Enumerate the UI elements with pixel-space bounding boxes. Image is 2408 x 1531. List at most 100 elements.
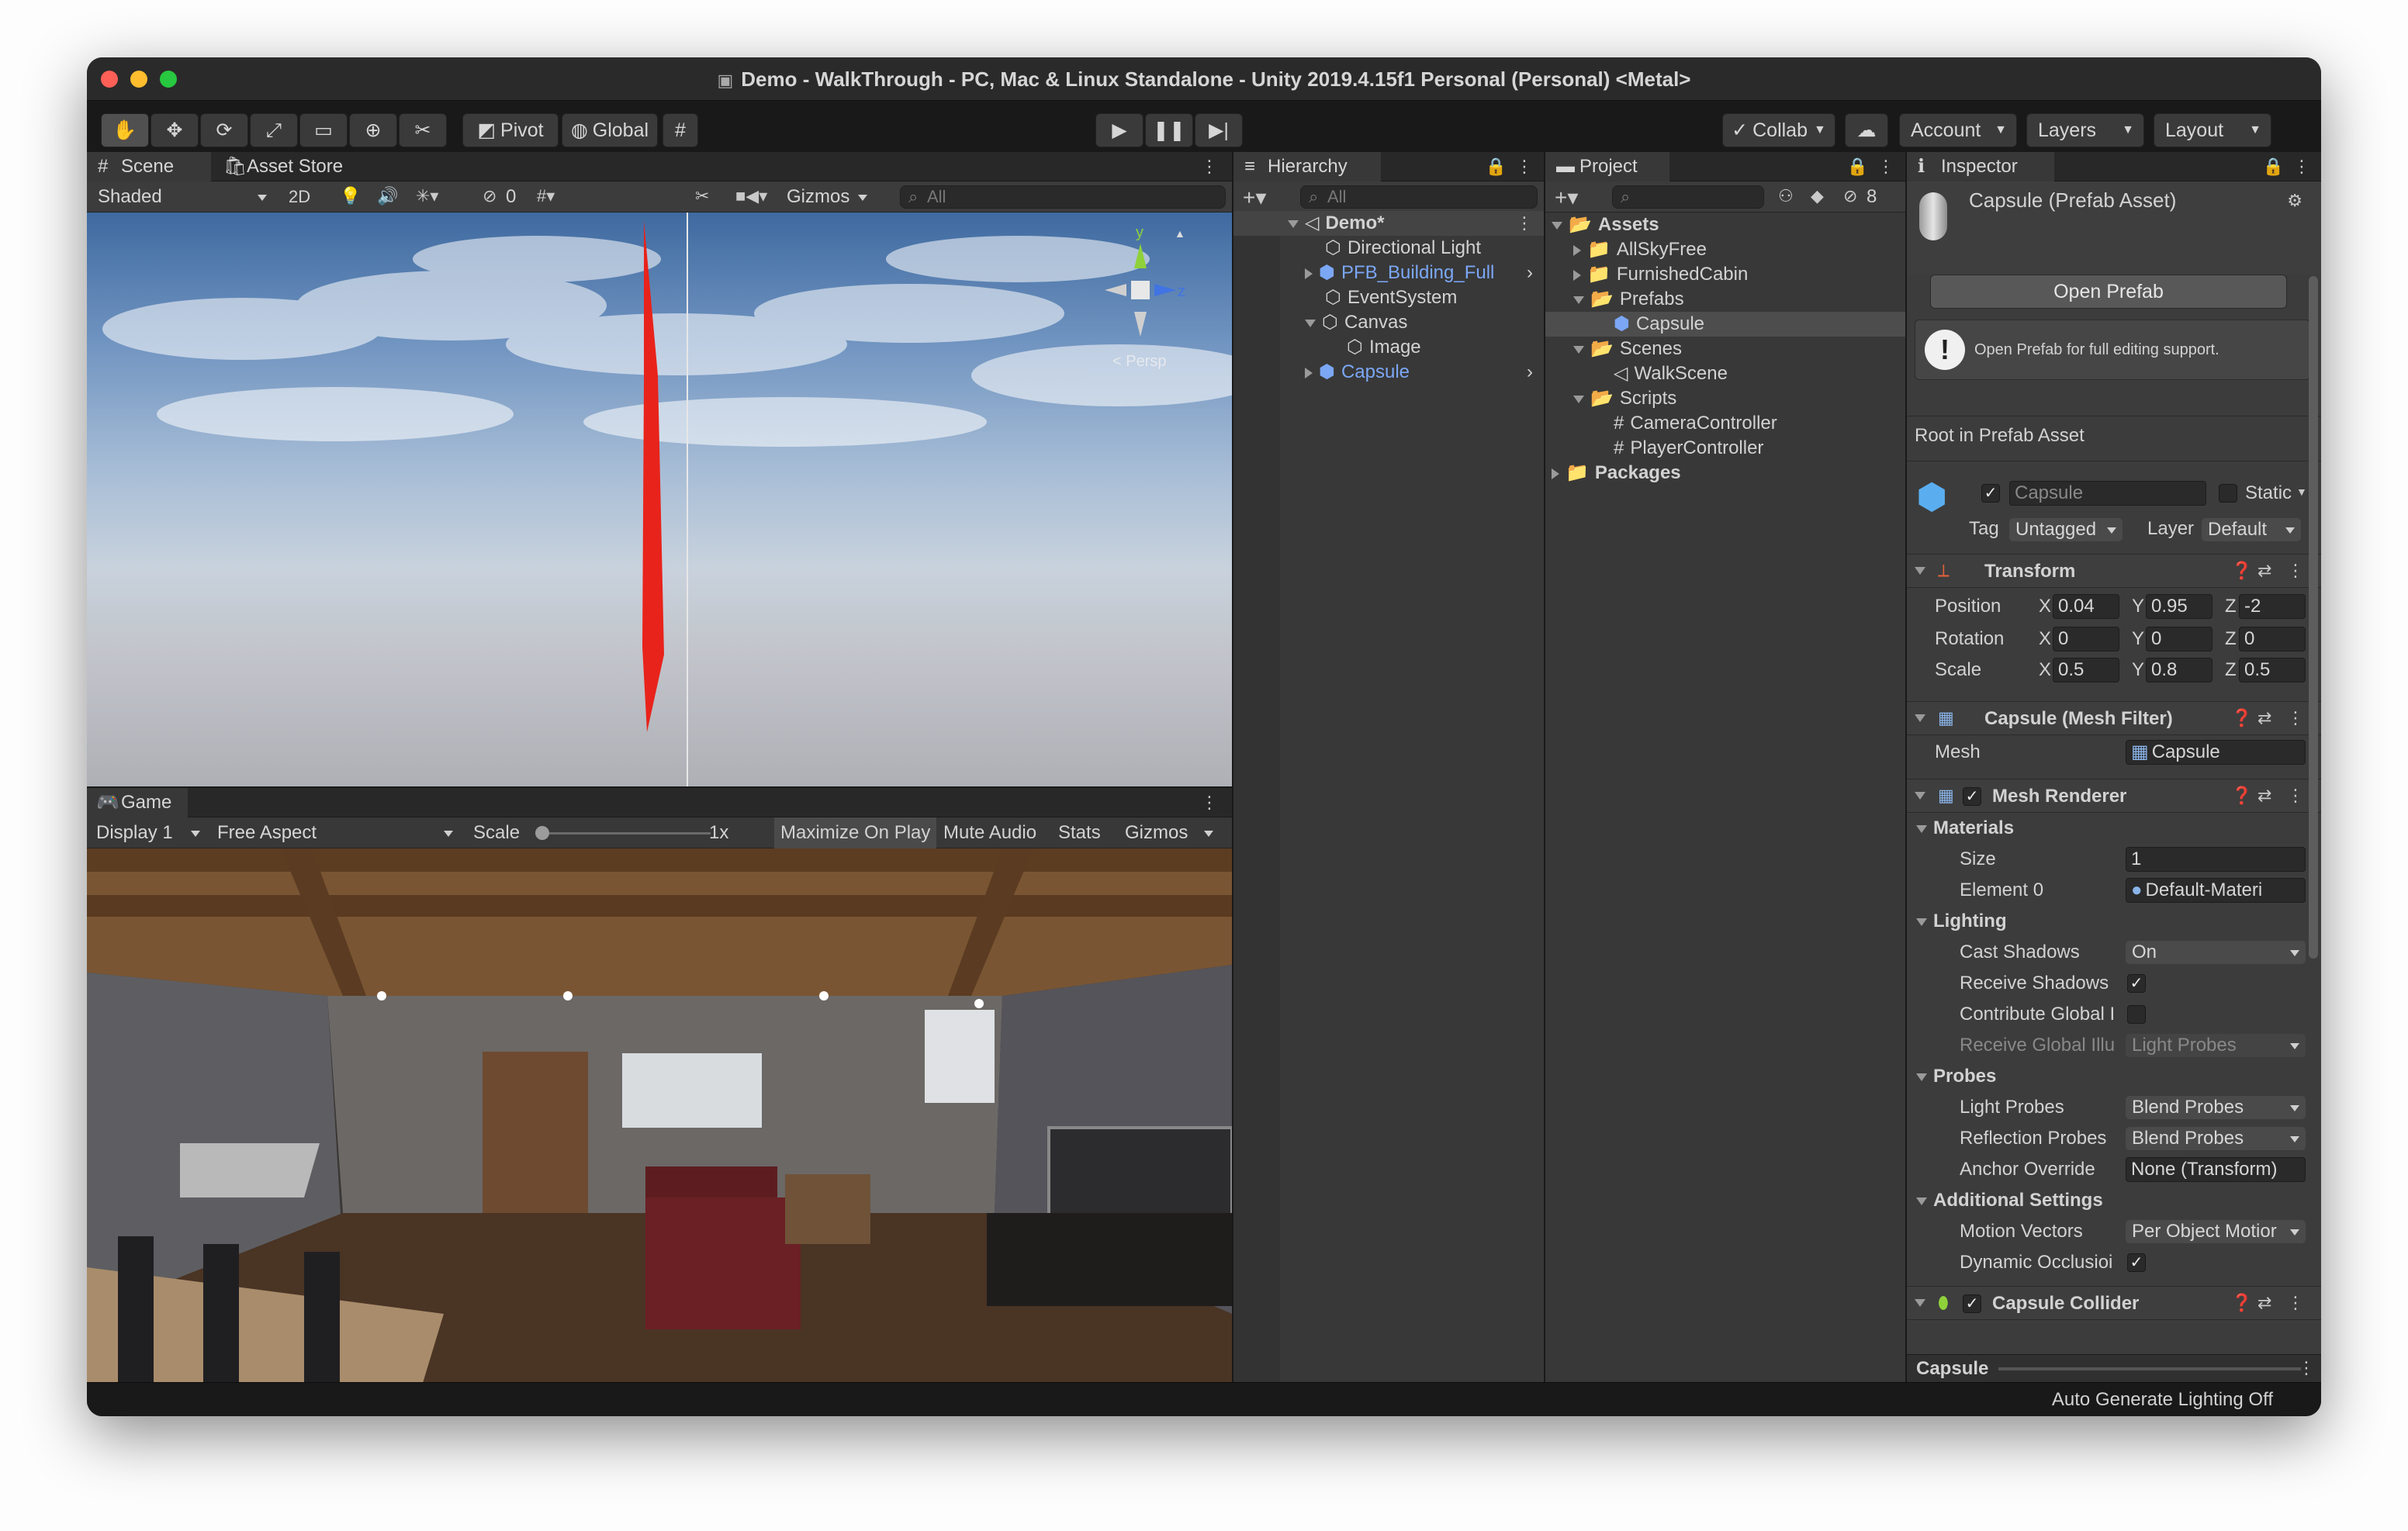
move-tool-icon[interactable]: ✥ bbox=[150, 113, 199, 147]
receive-gi-dropdown[interactable]: Light Probes bbox=[2126, 1034, 2306, 1057]
layers-dropdown[interactable]: Layers ▼ bbox=[2026, 113, 2144, 147]
scene-root-row[interactable]: ◁ Demo* ⋮ bbox=[1233, 211, 1544, 236]
scale-slider-handle[interactable] bbox=[535, 826, 549, 840]
filter-label-icon[interactable]: ◆ bbox=[1811, 186, 1824, 206]
materials-foldout[interactable]: Materials bbox=[1916, 816, 2014, 841]
hierarchy-item-capsule[interactable]: ⬢ Capsule › bbox=[1305, 360, 1544, 385]
scale-tool-icon[interactable]: ⤢ bbox=[250, 113, 298, 147]
cloud-icon[interactable]: ☁ bbox=[1845, 113, 1888, 147]
project-search-input[interactable]: ⌕ bbox=[1612, 185, 1764, 209]
cast-shadows-dropdown[interactable]: On bbox=[2126, 941, 2306, 964]
project-item-assets[interactable]: 📂 Assets bbox=[1552, 213, 1659, 237]
lock-icon[interactable]: 🔒 bbox=[1847, 157, 1868, 177]
receive-shadows-checkbox[interactable]: ✓ bbox=[2127, 974, 2146, 993]
help-icon[interactable]: ❓ bbox=[2231, 1293, 2252, 1313]
rect-tool-icon[interactable]: ▭ bbox=[299, 113, 348, 147]
pivot-button[interactable]: ◩ Pivot bbox=[462, 113, 559, 147]
size-field[interactable]: 1 bbox=[2126, 847, 2306, 872]
presets-icon[interactable]: ⇄ bbox=[2258, 786, 2271, 806]
maximize-on-play-button[interactable]: Maximize On Play bbox=[774, 817, 937, 848]
shading-dropdown[interactable]: Shaded bbox=[92, 185, 273, 209]
rotation-z-field[interactable]: 0 bbox=[2239, 627, 2306, 651]
grid-toggle-icon[interactable]: #▾ bbox=[537, 186, 555, 206]
custom-tool-icon[interactable]: ✂ bbox=[399, 113, 447, 147]
component-menu-icon[interactable]: ⋮ bbox=[2287, 1293, 2304, 1313]
lock-icon[interactable]: 🔒 bbox=[1486, 157, 1507, 177]
component-menu-icon[interactable]: ⋮ bbox=[2287, 786, 2304, 806]
anchor-override-field[interactable]: None (Transform) bbox=[2126, 1157, 2306, 1182]
help-icon[interactable]: ❓ bbox=[2231, 561, 2252, 581]
hidden-objects-icon[interactable]: ⊘ bbox=[483, 186, 496, 206]
scene-viewport[interactable]: ▲ y z < Persp bbox=[87, 213, 1232, 786]
tag-dropdown[interactable]: Untagged bbox=[2009, 518, 2123, 541]
scene-search-input[interactable]: ⌕ All bbox=[900, 185, 1226, 209]
aspect-dropdown[interactable]: Free Aspect bbox=[211, 821, 459, 845]
row-menu-icon[interactable]: ⋮ bbox=[1516, 211, 1533, 236]
hand-tool-icon[interactable]: ✋ bbox=[101, 113, 149, 147]
capsule-collider-header[interactable]: ⬮ ✓ Capsule Collider ❓ ⇄ ⋮ bbox=[1907, 1286, 2321, 1320]
project-item-packages[interactable]: 📁 Packages bbox=[1552, 461, 1681, 486]
transform-header[interactable]: ⟂ Transform ❓ ⇄ ⋮ bbox=[1907, 554, 2321, 588]
tab-inspector[interactable]: ℹ Inspector bbox=[1907, 152, 2054, 181]
project-item-capsule[interactable]: ⬢ Capsule bbox=[1545, 312, 1905, 337]
collab-button[interactable]: ✓ Collab ▼ bbox=[1722, 113, 1835, 147]
project-item-allskyfree[interactable]: 📁 AllSkyFree bbox=[1573, 237, 1707, 262]
scale-y-field[interactable]: 0.8 bbox=[2146, 658, 2213, 683]
mute-audio-button[interactable]: Mute Audio bbox=[943, 821, 1036, 845]
project-item-scenes[interactable]: 📂 Scenes bbox=[1573, 337, 1682, 361]
capsule-collider-enabled-checkbox[interactable]: ✓ bbox=[1963, 1294, 1981, 1313]
additional-settings-foldout[interactable]: Additional Settings bbox=[1916, 1188, 2103, 1213]
panel-menu-icon[interactable]: ⋮ bbox=[2293, 157, 2310, 177]
audio-toggle-icon[interactable]: 🔊 bbox=[377, 186, 398, 206]
component-menu-icon[interactable]: ⋮ bbox=[2287, 561, 2304, 581]
hierarchy-item-pfb-building[interactable]: ⬢ PFB_Building_Full › bbox=[1305, 261, 1544, 285]
object-name-field[interactable]: Capsule bbox=[2009, 481, 2206, 506]
project-item-furnishedcabin[interactable]: 📁 FurnishedCabin bbox=[1573, 262, 1748, 287]
element0-field[interactable]: ● Default-Materi bbox=[2126, 878, 2306, 903]
gear-icon[interactable]: ⚙ bbox=[2287, 191, 2302, 211]
tab-hierarchy[interactable]: ≡ Hierarchy bbox=[1233, 152, 1381, 181]
effects-toggle-icon[interactable]: ✳▾ bbox=[416, 186, 438, 206]
hierarchy-item-image[interactable]: ⬡ Image bbox=[1347, 335, 1421, 360]
panel-menu-icon[interactable]: ⋮ bbox=[1201, 157, 1218, 177]
prefab-open-icon[interactable]: › bbox=[1527, 261, 1533, 285]
reflection-probes-dropdown[interactable]: Blend Probes bbox=[2126, 1127, 2306, 1150]
component-menu-icon[interactable]: ⋮ bbox=[2287, 708, 2304, 728]
project-item-prefabs[interactable]: 📂 Prefabs bbox=[1573, 287, 1684, 312]
hierarchy-search-input[interactable]: ⌕ All bbox=[1300, 185, 1538, 209]
hierarchy-item-canvas[interactable]: ⬡ Canvas bbox=[1305, 310, 1407, 335]
rotation-x-field[interactable]: 0 bbox=[2053, 627, 2119, 651]
add-icon[interactable]: +▾ bbox=[1555, 185, 1578, 210]
mode-2d-button[interactable]: 2D bbox=[289, 185, 310, 209]
mesh-renderer-enabled-checkbox[interactable]: ✓ bbox=[1963, 787, 1981, 806]
tab-scene[interactable]: # Scene bbox=[87, 152, 211, 181]
lighting-foldout[interactable]: Lighting bbox=[1916, 909, 2007, 934]
project-item-scripts[interactable]: 📂 Scripts bbox=[1573, 386, 1676, 411]
transform-tool-icon[interactable]: ⊕ bbox=[349, 113, 397, 147]
tools-icon[interactable]: ✂ bbox=[695, 186, 709, 206]
rotate-tool-icon[interactable]: ⟳ bbox=[200, 113, 248, 147]
panel-menu-icon[interactable]: ⋮ bbox=[2298, 1358, 2315, 1378]
light-probes-dropdown[interactable]: Blend Probes bbox=[2126, 1096, 2306, 1119]
tab-asset-store[interactable]: 🛍 Asset Store bbox=[213, 152, 368, 181]
stats-button[interactable]: Stats bbox=[1058, 821, 1101, 845]
lock-icon[interactable]: 🔒 bbox=[2263, 157, 2284, 177]
project-item-walkscene[interactable]: ◁ WalkScene bbox=[1614, 361, 1728, 386]
dynamic-occlusion-checkbox[interactable]: ✓ bbox=[2127, 1253, 2146, 1272]
position-x-field[interactable]: 0.04 bbox=[2053, 594, 2119, 619]
project-item-playercontroller[interactable]: # PlayerController bbox=[1614, 436, 1763, 461]
snap-grid-icon[interactable]: # bbox=[663, 113, 698, 147]
persp-label[interactable]: < Persp bbox=[1112, 349, 1166, 374]
open-prefab-button[interactable]: Open Prefab bbox=[1930, 275, 2287, 309]
motion-vectors-dropdown[interactable]: Per Object Motior bbox=[2126, 1220, 2306, 1243]
static-checkbox[interactable] bbox=[2219, 484, 2237, 503]
pause-icon[interactable]: ❚❚ bbox=[1145, 113, 1193, 147]
tab-project[interactable]: ▬ Project bbox=[1545, 152, 1669, 181]
mesh-renderer-header[interactable]: ▦ ✓ Mesh Renderer ❓ ⇄ ⋮ bbox=[1907, 779, 2321, 813]
contribute-gi-checkbox[interactable] bbox=[2127, 1005, 2146, 1024]
help-icon[interactable]: ❓ bbox=[2231, 786, 2252, 806]
hidden-packages-icon[interactable]: ⊘ bbox=[1843, 186, 1857, 206]
scale-slider-track[interactable] bbox=[540, 832, 711, 835]
position-z-field[interactable]: -2 bbox=[2239, 594, 2306, 619]
capsule-object[interactable] bbox=[642, 220, 664, 732]
